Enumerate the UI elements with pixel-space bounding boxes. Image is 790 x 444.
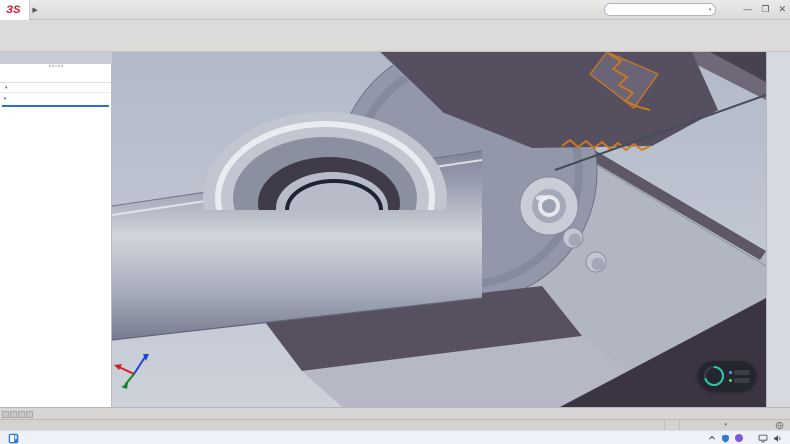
windows-taskbar [0,430,790,444]
document-tab-bar [0,407,790,419]
unit-system-selector[interactable]: ▾ [722,422,727,428]
tray-expand-icon[interactable] [708,434,716,442]
status-globe-icon[interactable] [775,421,784,430]
recorder-button[interactable] [734,378,750,383]
dassault-logo-icon: ЗS [6,4,20,16]
fps-value [703,365,725,387]
feature-tree: ▾ [0,93,111,107]
editing-mode-status [679,420,694,430]
security-shield-icon[interactable] [721,434,730,443]
tray-app-purple-icon[interactable] [735,434,743,442]
featuremanager-panel: ▾ ▾ [0,64,112,407]
panel-tab-bar [0,68,111,83]
rollback-bar[interactable] [2,105,109,107]
constraint-status [664,420,679,430]
tab-scroll-buttons[interactable] [2,411,33,418]
taskbar-app-icons [0,432,790,444]
menu-expand-arrow-icon[interactable]: ▶ [32,6,37,14]
task-pane-strip [766,52,790,407]
monitor-tray-icon[interactable] [758,434,768,443]
search-caret-icon[interactable]: ▾ [709,7,712,13]
ribbon-toolbar [0,20,790,52]
tree-root[interactable]: ▾ [0,94,111,104]
recorder-fps-overlay [698,361,756,391]
recorder-button[interactable] [734,370,750,375]
graphics-viewport[interactable] [112,52,766,407]
recorder-status-dot-blue [729,371,732,374]
tree-filter[interactable]: ▾ [0,83,111,93]
status-bar: ▾ [0,419,790,430]
minimize-button[interactable]: — [743,5,752,14]
system-tray [708,431,787,444]
search-input[interactable]: ▾ [604,3,716,16]
recorder-status-dot-green [729,379,732,382]
close-button[interactable]: ✕ [778,5,786,14]
filter-caret-icon[interactable]: ▾ [5,85,8,91]
volume-icon[interactable] [773,434,782,443]
solidworks-logo: ЗS [0,0,30,20]
restore-button[interactable]: ❐ [761,5,769,14]
expand-arrow-icon[interactable]: ▾ [2,96,8,102]
title-bar: ЗS ▶ ▾ — ❐ ✕ [0,0,790,20]
3d-model-view[interactable] [112,52,766,407]
